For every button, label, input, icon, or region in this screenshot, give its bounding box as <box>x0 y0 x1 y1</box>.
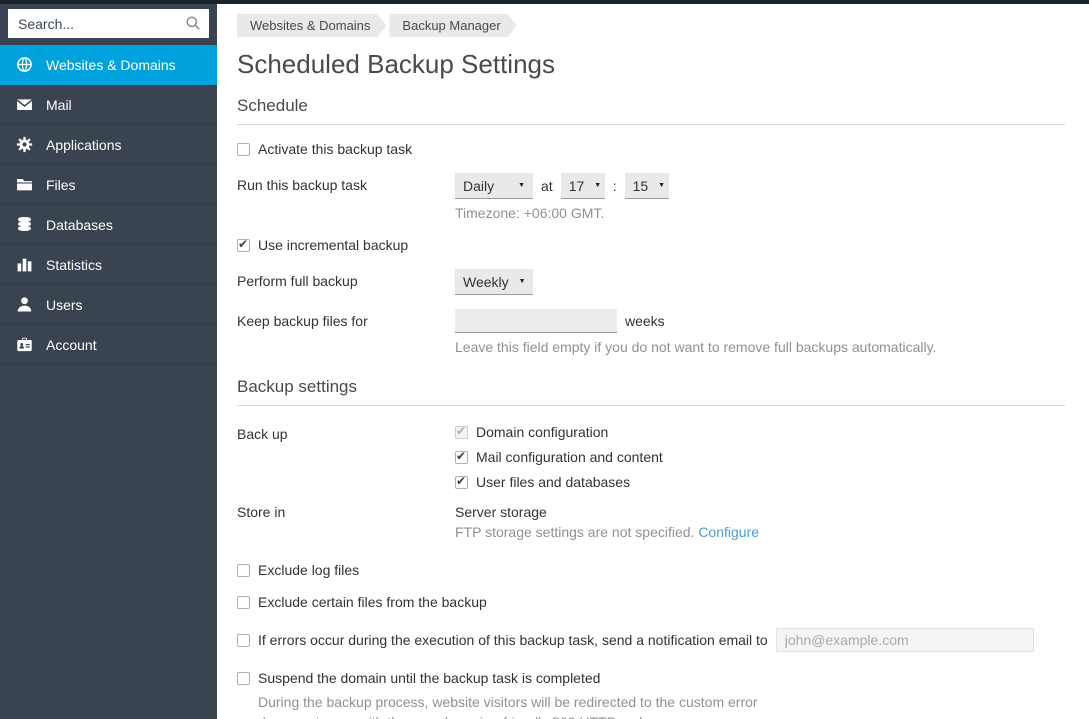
backup-content-label: Back up <box>237 426 288 442</box>
colon-separator: : <box>612 178 617 194</box>
sidebar: Websites & Domains Mail <box>0 4 217 719</box>
hour-select[interactable]: 17 ▼ <box>560 173 605 199</box>
breadcrumb-backup-manager[interactable]: Backup Manager <box>389 14 516 37</box>
store-in-value: Server storage <box>455 504 547 520</box>
globe-icon <box>16 56 33 73</box>
ftp-storage-note: FTP storage settings are not specified. … <box>455 524 760 540</box>
mail-configuration-checkbox[interactable] <box>455 449 468 464</box>
notify-email-checkbox[interactable] <box>237 633 250 647</box>
exclude-files-label[interactable]: Exclude certain files from the backup <box>258 594 487 610</box>
suspend-domain-note: During the backup process, website visit… <box>258 694 758 719</box>
sidebar-item-mail[interactable]: Mail <box>0 85 217 125</box>
keep-backups-label: Keep backup files for <box>237 313 368 329</box>
sidebar-item-label: Account <box>46 336 97 353</box>
search-icon <box>185 15 201 36</box>
keep-backups-input[interactable] <box>455 309 617 333</box>
store-in-label: Store in <box>237 504 286 520</box>
mail-icon <box>16 96 33 113</box>
activate-backup-label[interactable]: Activate this backup task <box>258 141 412 157</box>
full-backup-period-select[interactable]: Weekly ▼ <box>455 269 533 295</box>
breadcrumb: Websites & Domains Backup Manager <box>237 14 1065 37</box>
at-label: at <box>541 178 553 194</box>
chevron-down-icon: ▼ <box>518 278 526 285</box>
gear-icon <box>16 136 33 153</box>
bar-chart-icon <box>16 256 33 273</box>
exclude-files-checkbox[interactable] <box>237 595 250 609</box>
user-icon <box>16 296 33 313</box>
minute-select[interactable]: 15 ▼ <box>624 173 669 199</box>
chevron-down-icon: ▼ <box>658 182 666 189</box>
user-files-label[interactable]: User files and databases <box>476 474 630 490</box>
search-input[interactable] <box>8 9 209 38</box>
backup-content-row: Back up Domain configuration Mail config… <box>237 422 1065 491</box>
chevron-down-icon: ▼ <box>594 182 602 189</box>
store-in-row: Store in Server storage FTP storage sett… <box>237 500 1065 540</box>
backup-option-row: Mail configuration and content <box>455 449 663 465</box>
sidebar-item-databases[interactable]: Databases <box>0 205 217 245</box>
database-icon <box>16 216 33 233</box>
activate-backup-row: Activate this backup task <box>237 141 1065 157</box>
breadcrumb-websites-domains[interactable]: Websites & Domains <box>237 14 386 37</box>
incremental-backup-label[interactable]: Use incremental backup <box>258 237 408 253</box>
keep-backups-unit: weeks <box>625 313 665 329</box>
incremental-backup-checkbox[interactable] <box>237 237 250 252</box>
domain-configuration-label[interactable]: Domain configuration <box>476 424 608 440</box>
incremental-backup-row: Use incremental backup <box>237 237 1065 253</box>
sidebar-item-label: Files <box>46 176 76 193</box>
sidebar-item-label: Statistics <box>46 256 103 273</box>
backup-option-row: User files and databases <box>455 474 663 490</box>
configure-ftp-link[interactable]: Configure <box>698 524 759 540</box>
suspend-domain-row: Suspend the domain until the backup task… <box>237 670 1065 686</box>
sidebar-item-users[interactable]: Users <box>0 285 217 325</box>
keep-backups-row: Keep backup files for weeks Leave this f… <box>237 309 1065 355</box>
notify-email-label[interactable]: If errors occur during the execution of … <box>258 632 768 648</box>
user-files-checkbox[interactable] <box>455 474 468 489</box>
sidebar-item-statistics[interactable]: Statistics <box>0 245 217 285</box>
exclude-files-row: Exclude certain files from the backup <box>237 594 1065 610</box>
sidebar-item-account[interactable]: Account <box>0 325 217 365</box>
keep-backups-note: Leave this field empty if you do not wan… <box>455 339 937 355</box>
sidebar-item-label: Users <box>46 296 83 313</box>
domain-configuration-checkbox[interactable] <box>455 424 468 439</box>
id-card-icon <box>16 336 33 353</box>
notify-email-input[interactable] <box>775 628 1034 652</box>
exclude-logs-checkbox[interactable] <box>237 563 250 577</box>
suspend-domain-label[interactable]: Suspend the domain until the backup task… <box>258 670 600 686</box>
schedule-section-heading: Schedule <box>237 96 1065 125</box>
folder-icon <box>16 176 33 193</box>
backup-settings-section-heading: Backup settings <box>237 377 1065 406</box>
run-backup-label: Run this backup task <box>237 177 367 193</box>
sidebar-item-applications[interactable]: Applications <box>0 125 217 165</box>
sidebar-item-websites-domains[interactable]: Websites & Domains <box>0 45 217 85</box>
activate-backup-checkbox[interactable] <box>237 142 250 156</box>
suspend-domain-checkbox[interactable] <box>237 671 250 685</box>
exclude-logs-row: Exclude log files <box>237 562 1065 578</box>
notify-email-row: If errors occur during the execution of … <box>237 628 1065 652</box>
full-backup-label: Perform full backup <box>237 273 358 289</box>
sidebar-item-label: Databases <box>46 216 113 233</box>
page-title: Scheduled Backup Settings <box>237 49 555 79</box>
period-select[interactable]: Daily ▼ <box>455 173 533 199</box>
run-backup-row: Run this backup task Daily ▼ at 17 ▼ : 1… <box>237 173 1065 221</box>
chevron-down-icon: ▼ <box>518 182 525 189</box>
sidebar-item-label: Mail <box>46 96 72 113</box>
suspend-domain-block: Suspend the domain until the backup task… <box>237 670 1065 719</box>
sidebar-item-label: Websites & Domains <box>46 56 176 73</box>
mail-configuration-label[interactable]: Mail configuration and content <box>476 449 663 465</box>
full-backup-row: Perform full backup Weekly ▼ <box>237 269 1065 295</box>
main-content: Websites & Domains Backup Manager Schedu… <box>217 4 1089 719</box>
exclude-logs-label[interactable]: Exclude log files <box>258 562 359 578</box>
timezone-note: Timezone: +06:00 GMT. <box>455 205 605 221</box>
sidebar-item-files[interactable]: Files <box>0 165 217 205</box>
backup-option-row: Domain configuration <box>455 424 663 440</box>
sidebar-item-label: Applications <box>46 136 122 153</box>
